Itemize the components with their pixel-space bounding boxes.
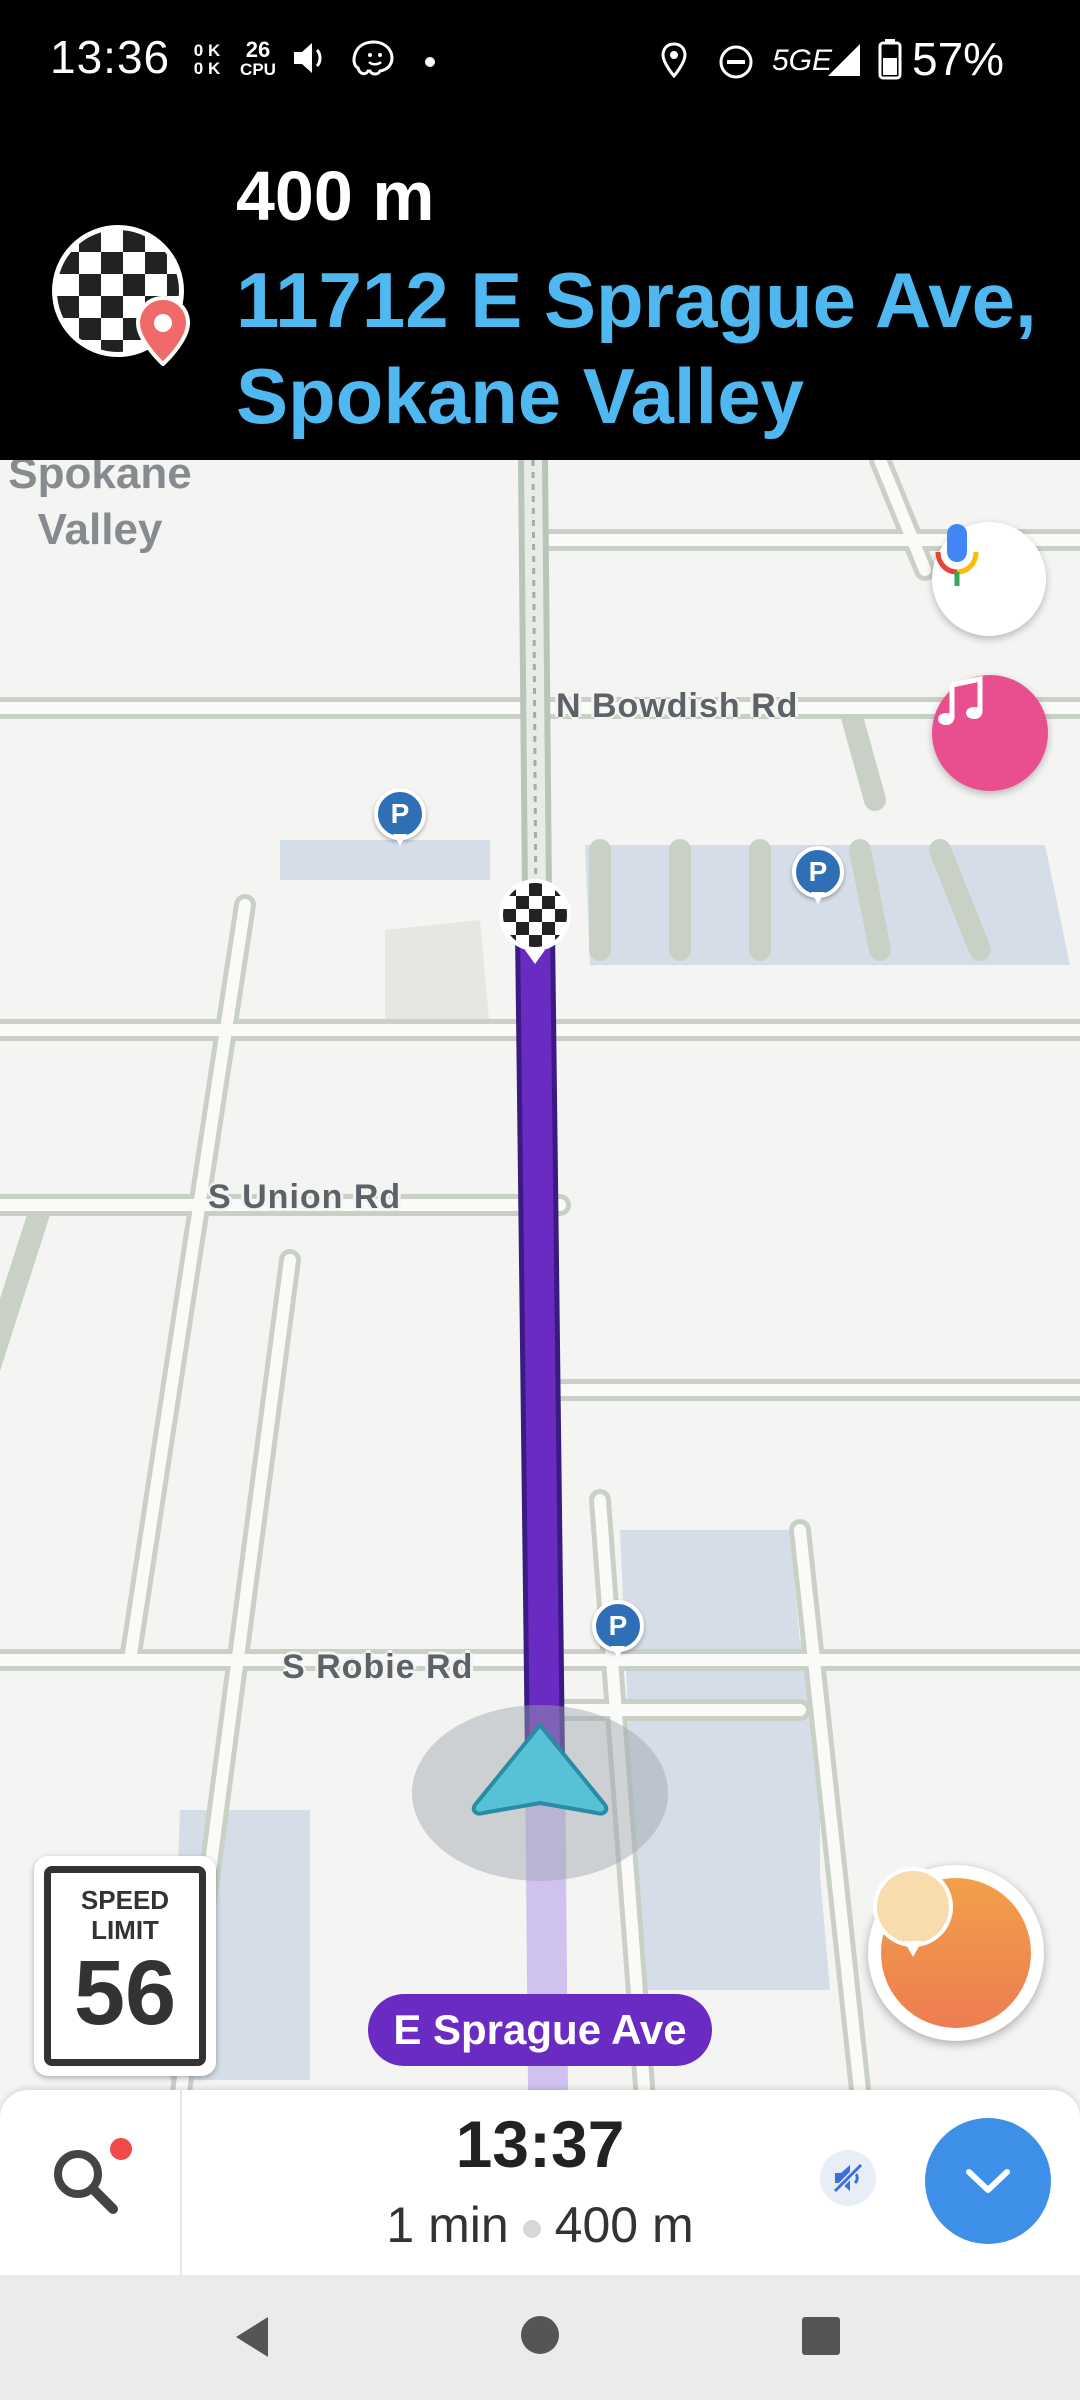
parking-lot-area bbox=[700, 1640, 820, 1970]
eta-duration: 1 min bbox=[386, 2197, 509, 2253]
status-bar: 13:36 0 K 0 K 26 CPU 5GE 57% bbox=[0, 0, 1080, 120]
system-nav-bar bbox=[0, 2275, 1080, 2400]
recents-icon[interactable] bbox=[800, 2315, 842, 2357]
sound-off-icon bbox=[832, 2162, 864, 2194]
report-button[interactable] bbox=[868, 1865, 1044, 2041]
speed-limit-label-2: LIMIT bbox=[91, 1915, 159, 1945]
do-not-disturb-icon bbox=[719, 45, 753, 79]
volume-icon bbox=[294, 43, 322, 73]
cpu-value: 26 bbox=[245, 37, 271, 62]
music-button[interactable] bbox=[932, 675, 1048, 791]
expand-button[interactable] bbox=[925, 2118, 1051, 2244]
location-icon bbox=[661, 42, 687, 78]
instruction-street: 11712 E Sprague Ave, Spokane Valley bbox=[236, 252, 1056, 444]
eta-details: 1 min 400 m bbox=[330, 2196, 750, 2254]
map-city-label: Spokane Valley bbox=[0, 460, 200, 558]
waze-icon bbox=[352, 40, 394, 76]
report-icon bbox=[873, 1867, 953, 1957]
road-label-bowdish: N Bowdish Rd bbox=[556, 687, 799, 725]
parking-marker[interactable]: P bbox=[792, 846, 844, 908]
street-line-2: Spokane Valley bbox=[236, 352, 804, 440]
speed-limit-sign: SPEED LIMIT 56 bbox=[34, 1856, 216, 2076]
destination-marker-icon bbox=[499, 879, 571, 964]
chevron-down-icon bbox=[966, 2169, 1010, 2193]
eta-distance: 400 m bbox=[554, 2197, 694, 2253]
current-street-label: E Sprague Ave bbox=[368, 1994, 712, 2066]
music-note-icon bbox=[938, 675, 983, 725]
road-label-robie: S Robie Rd bbox=[282, 1648, 474, 1686]
city-line-2: Valley bbox=[37, 505, 163, 554]
instruction-distance: 400 m bbox=[236, 157, 435, 235]
battery-icon bbox=[878, 39, 902, 80]
speed-limit-label-1: SPEED bbox=[80, 1885, 170, 1915]
back-icon[interactable] bbox=[230, 2313, 274, 2361]
search-button[interactable] bbox=[0, 2090, 182, 2275]
search-notification-dot bbox=[106, 2134, 136, 2164]
road-label-union: S Union Rd bbox=[208, 1178, 402, 1216]
parking-marker[interactable]: P bbox=[374, 788, 426, 850]
map-view[interactable]: Spokane Valley N Bowdish Rd S Union Rd S… bbox=[0, 460, 1080, 2090]
network-speed: 0 K 0 K bbox=[190, 42, 224, 78]
net-up: 0 K bbox=[193, 41, 221, 60]
notification-dot-icon bbox=[425, 57, 435, 67]
separator-dot bbox=[522, 2219, 541, 2238]
speed-limit-value: 56 bbox=[73, 1942, 177, 2044]
speed-limit-label: SPEED LIMIT bbox=[51, 1885, 199, 1945]
parking-icon: P bbox=[792, 846, 844, 898]
parking-icon: P bbox=[374, 788, 426, 840]
city-line-1: Spokane bbox=[8, 460, 192, 498]
sound-toggle-button[interactable] bbox=[820, 2150, 876, 2206]
voice-command-button[interactable] bbox=[932, 522, 1046, 636]
arrival-time: 13:37 bbox=[455, 2107, 625, 2181]
street-line-1: 11712 E Sprague Ave, bbox=[236, 256, 1037, 344]
map-roads bbox=[0, 460, 1080, 2090]
signal-icon bbox=[828, 44, 860, 76]
eta-panel[interactable]: 13:37 1 min 400 m bbox=[0, 2090, 1080, 2275]
turn-instruction-banner[interactable]: 400 m 11712 E Sprague Ave, Spokane Valle… bbox=[0, 120, 1080, 460]
network-type: 5GE bbox=[772, 44, 833, 77]
home-icon[interactable] bbox=[518, 2313, 562, 2357]
microphone-icon bbox=[935, 524, 979, 586]
cpu-indicator: 26 CPU bbox=[236, 37, 280, 80]
parking-marker[interactable]: P bbox=[592, 1600, 644, 1662]
destination-pin-icon bbox=[135, 296, 191, 366]
status-time: 13:36 bbox=[50, 31, 171, 83]
cpu-label: CPU bbox=[240, 60, 276, 79]
parking-icon: P bbox=[592, 1600, 644, 1652]
battery-percent: 57% bbox=[912, 33, 1005, 85]
net-down: 0 K bbox=[193, 59, 221, 78]
